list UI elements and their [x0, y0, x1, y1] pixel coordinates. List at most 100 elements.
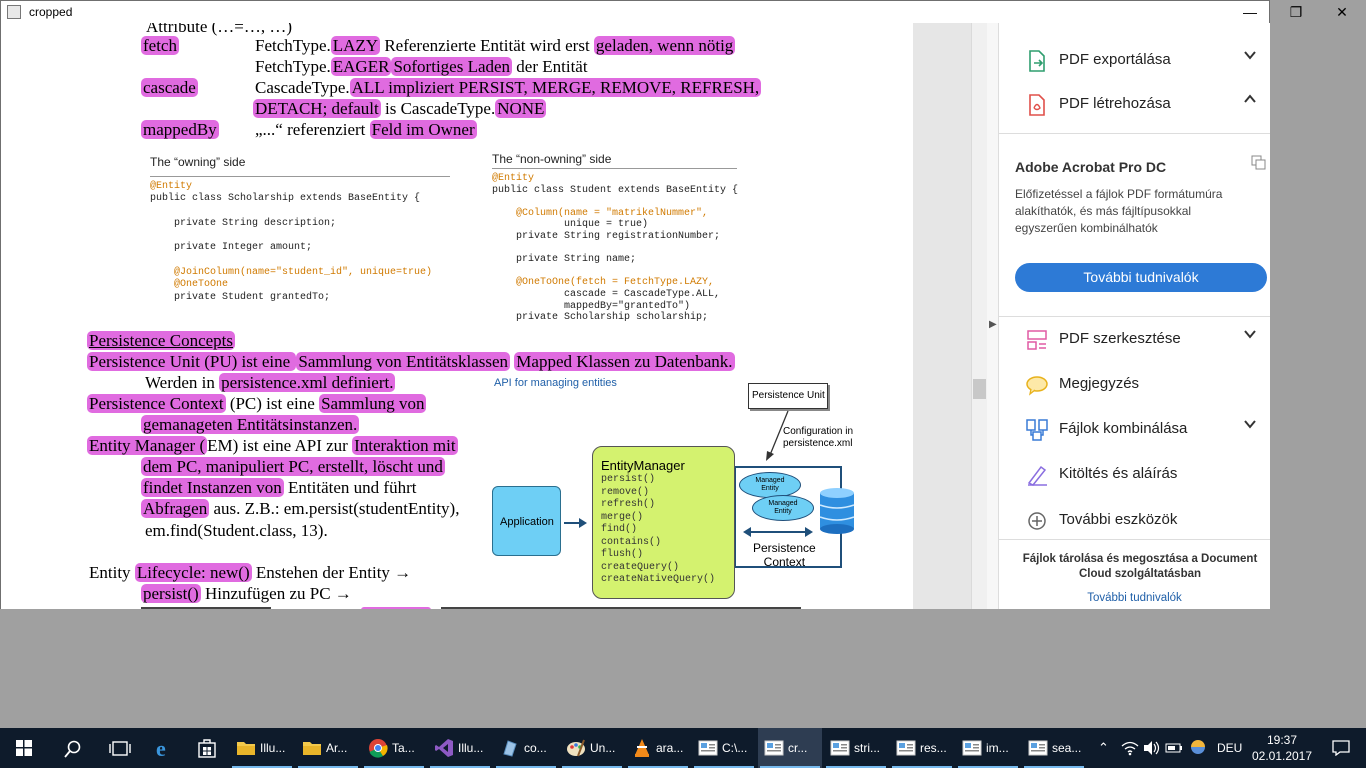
method-label: merge(): [601, 511, 644, 523]
taskbar-item[interactable]: Ta...: [362, 728, 426, 768]
taskbar: e Illu... Ar... Ta... Illu... co... Un... ara.…: [0, 728, 1366, 768]
chevron-down-icon[interactable]: [1243, 417, 1257, 434]
store-button[interactable]: [188, 728, 228, 768]
panel-divider-2: [999, 316, 1270, 317]
taskbar-item[interactable]: Illu...: [428, 728, 492, 768]
database-icon: [819, 488, 855, 534]
image-viewer-icon: [830, 738, 850, 758]
task-view-button[interactable]: [98, 728, 142, 768]
taskbar-item[interactable]: co...: [494, 728, 558, 768]
taskbar-item-label: Ta...: [392, 741, 415, 755]
tool-export-pdf[interactable]: PDF exportálása: [999, 39, 1270, 83]
power-button[interactable]: [1162, 728, 1184, 768]
show-hidden-icons-button[interactable]: ⌃: [1092, 728, 1116, 768]
visual-studio-icon: [434, 738, 454, 758]
task-view-icon: [109, 741, 131, 756]
close-button[interactable]: ✕: [1319, 1, 1365, 23]
minimize-button[interactable]: —: [1227, 1, 1273, 23]
tool-label: Fájlok kombinálása: [1059, 420, 1188, 437]
notification-icon: [1332, 740, 1350, 756]
tool-more-tools[interactable]: További eszközök: [999, 499, 1270, 543]
method-label: flush(): [601, 549, 644, 560]
panel-divider-3: [999, 539, 1270, 540]
chevron-up-icon: ⌃: [1098, 740, 1109, 755]
windows-icon: [16, 740, 32, 756]
tool-label: Kitöltés és aláírás: [1059, 465, 1178, 482]
taskbar-item[interactable]: stri...: [824, 728, 888, 768]
restore-button[interactable]: ❐: [1271, 1, 1321, 23]
taskbar-item[interactable]: Un...: [560, 728, 624, 768]
application-box: Application: [492, 486, 561, 556]
taskbar-item[interactable]: sea...: [1022, 728, 1086, 768]
promo-title: Adobe Acrobat Pro DC: [1015, 159, 1167, 175]
folder-icon: [302, 738, 322, 758]
tool-comment[interactable]: Megjegyzés: [999, 363, 1270, 407]
weather-icon: [1191, 740, 1205, 754]
tool-create-pdf[interactable]: PDF létrehozása: [999, 83, 1270, 127]
chevron-right-icon: ▶: [989, 319, 997, 330]
volume-button[interactable]: [1140, 728, 1162, 768]
tool-label: PDF exportálása: [1059, 51, 1171, 68]
image-viewer-window: cropped — ❐ ✕ Attribute (…=…, …) fetch F…: [0, 0, 1348, 609]
network-button[interactable]: [1118, 728, 1140, 768]
chevron-down-icon[interactable]: [1243, 48, 1257, 65]
edge-icon: e: [156, 736, 166, 761]
taskbar-item[interactable]: ara...: [626, 728, 690, 768]
search-icon: [64, 740, 81, 758]
image-viewer-icon: [896, 738, 916, 758]
method-label: contains(): [601, 536, 662, 548]
taskbar-item[interactable]: res...: [890, 728, 954, 768]
tool-edit-pdf[interactable]: PDF szerkesztése: [999, 318, 1270, 362]
chrome-icon: [368, 738, 388, 758]
tool-fill-sign[interactable]: Kitöltés és aláírás: [999, 453, 1270, 497]
taskbar-item-label: C:\...: [722, 741, 748, 755]
fill-sign-icon: [1025, 463, 1049, 487]
taskbar-item[interactable]: im...: [956, 728, 1020, 768]
edge-button[interactable]: e: [146, 728, 186, 768]
taskbar-item[interactable]: Ar...: [296, 728, 360, 768]
scrollbar-thumb[interactable]: [973, 379, 986, 399]
chevron-down-icon[interactable]: [1243, 327, 1257, 344]
tool-label: További eszközök: [1059, 511, 1178, 528]
persistence-context-label: Persistence Context: [753, 541, 816, 569]
method-label: createQuery(): [601, 561, 680, 573]
search-button[interactable]: [50, 728, 94, 768]
vertical-scrollbar[interactable]: [971, 23, 987, 609]
title-bar[interactable]: cropped — ❐ ✕: [1, 1, 1348, 23]
learn-more-button[interactable]: További tudnivalók: [1015, 263, 1267, 292]
taskbar-item-label: co...: [524, 741, 547, 755]
image-viewer-icon: [698, 738, 718, 758]
start-button[interactable]: [0, 728, 48, 768]
taskbar-item-label: stri...: [854, 741, 880, 755]
copy-icon[interactable]: [1251, 155, 1267, 171]
acrobat-tools-panel: PDF exportálása PDF létrehozása Adobe Acr…: [999, 23, 1270, 609]
panel-collapse-handle[interactable]: ▶: [987, 23, 999, 609]
app-icon: [500, 738, 520, 758]
cloud-learn-more-link[interactable]: További tudnivalók: [999, 592, 1270, 604]
image-viewer-icon: [1028, 738, 1048, 758]
method-label: createNativeQuery(): [601, 574, 716, 585]
tool-combine-files[interactable]: Fájlok kombinálása: [999, 408, 1270, 452]
chevron-up-icon[interactable]: [1243, 92, 1257, 109]
method-label: persist(): [601, 474, 656, 485]
app-icon: [7, 5, 21, 19]
vlc-icon: [632, 738, 652, 758]
create-pdf-icon: [1025, 93, 1049, 117]
taskbar-item[interactable]: Illu...: [230, 728, 294, 768]
taskbar-item-label: Ar...: [326, 741, 348, 755]
edit-pdf-icon: [1025, 328, 1049, 352]
action-center-button[interactable]: [1318, 728, 1362, 768]
tool-label: PDF szerkesztése: [1059, 330, 1181, 347]
promo-text: Előfizetéssel a fájlok PDF formátumúra a…: [1015, 187, 1223, 235]
taskbar-item[interactable]: cr...: [758, 728, 822, 768]
input-language-button[interactable]: DEU: [1212, 728, 1246, 768]
paint-icon: [566, 738, 586, 758]
managed-entity-2: Managed Entity: [752, 495, 814, 521]
clock[interactable]: 19:37 02.01.2017: [1250, 728, 1314, 768]
pdf-document-page: Attribute (…=…, …) fetch FetchType. LAZY …: [1, 23, 913, 609]
entity-manager-box: EntityManager persist() remove() refresh()…: [592, 446, 735, 599]
diagram-connectors: [564, 410, 842, 568]
taskbar-item[interactable]: C:\...: [692, 728, 756, 768]
weather-button[interactable]: [1186, 728, 1210, 768]
taskbar-item-label: cr...: [788, 741, 808, 755]
